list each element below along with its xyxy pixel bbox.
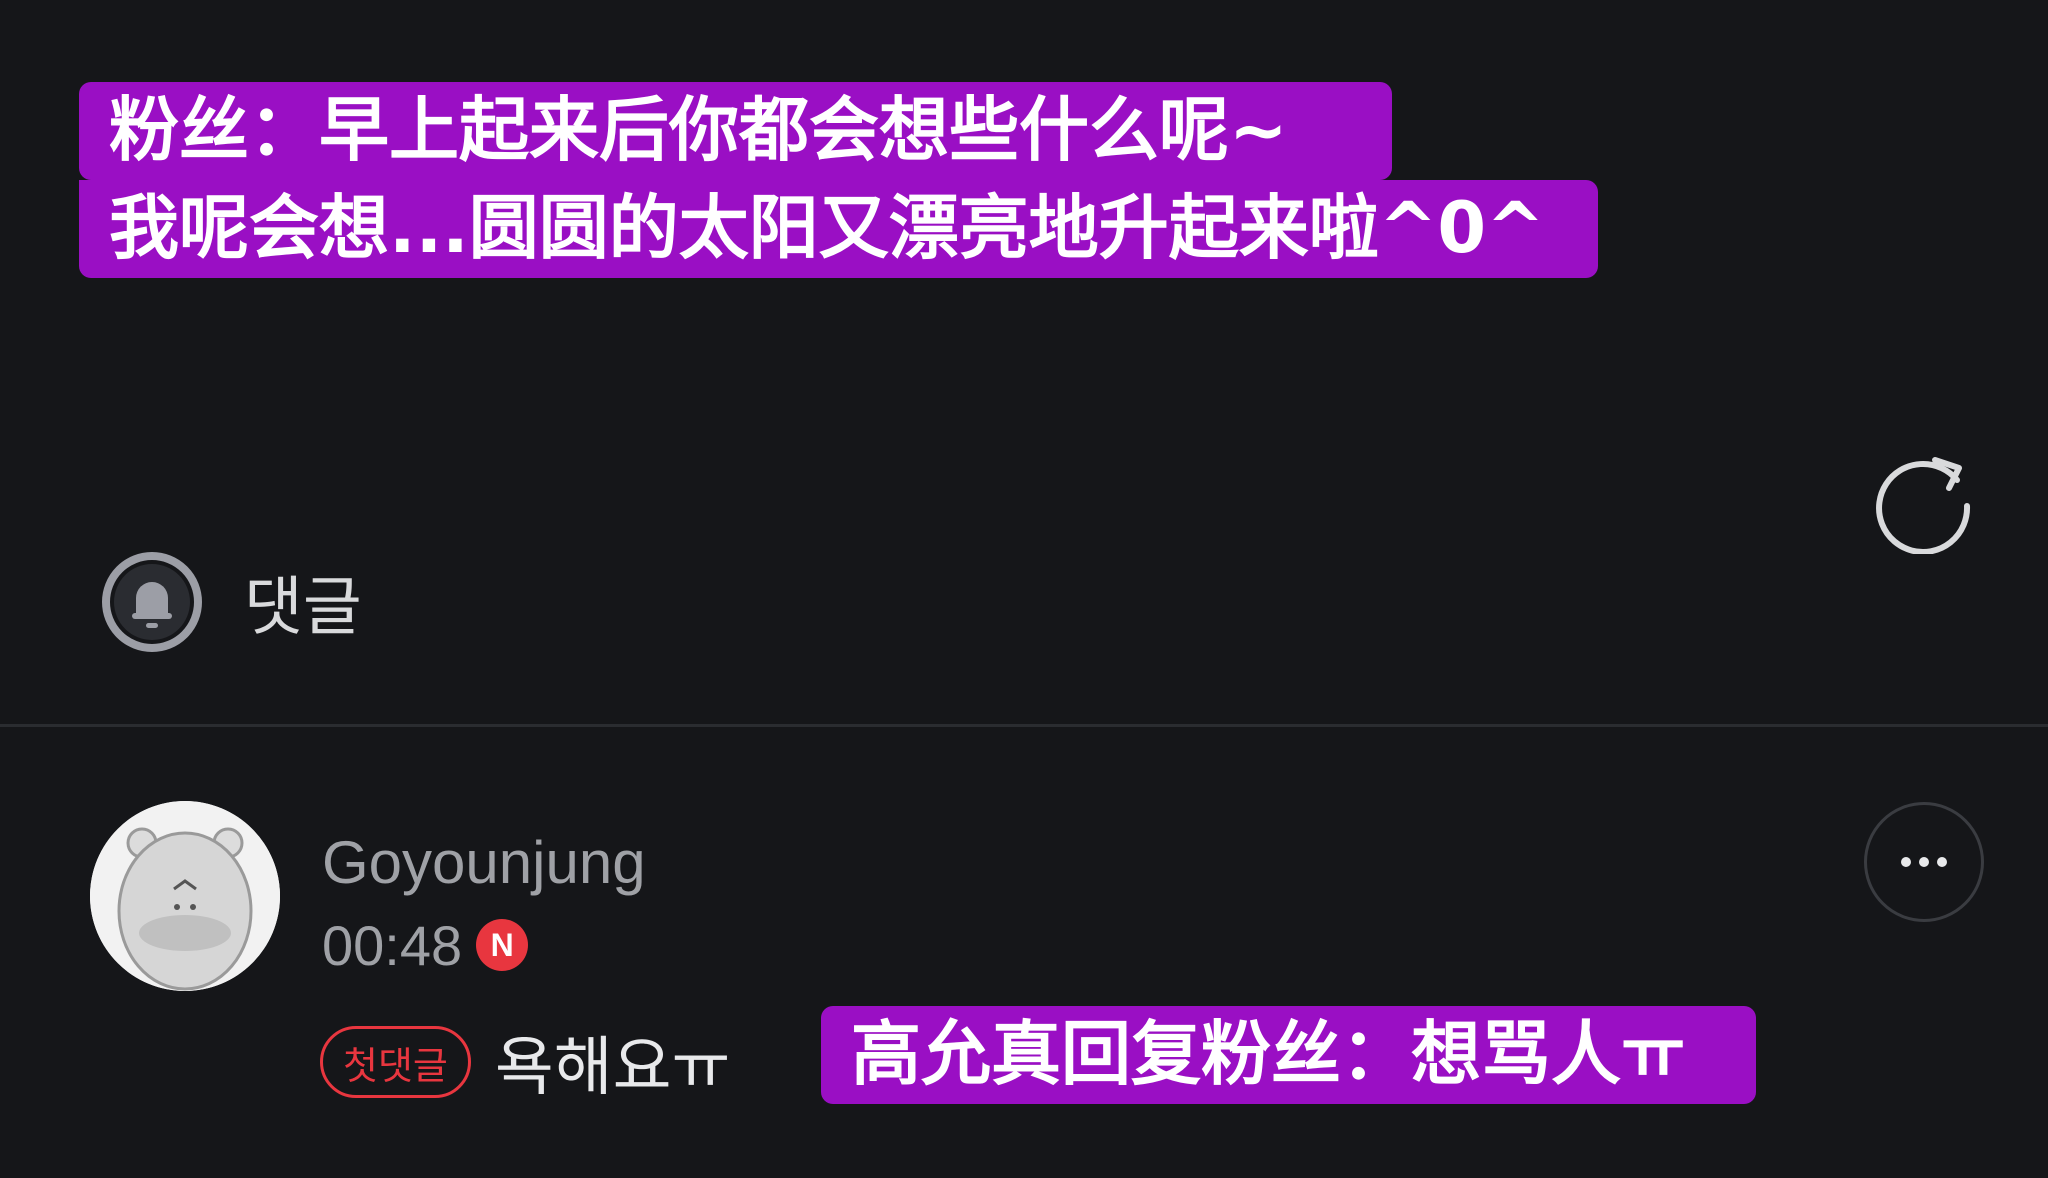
comment-username[interactable]: Goyounjung	[322, 828, 646, 897]
comment-time: 00:48	[322, 913, 463, 977]
caption-line-2: 我呢会想...圆圆的太阳又漂亮地升起来啦^0^	[79, 180, 1598, 278]
bell-icon[interactable]	[100, 550, 204, 654]
more-options-button[interactable]	[1864, 802, 1984, 922]
refresh-icon	[1876, 457, 1971, 555]
comments-title: 댓글	[244, 571, 362, 645]
comment-text: 욕해요ㅠ	[494, 1031, 731, 1105]
caption-reply: 高允真回复粉丝：想骂人ㅠ	[821, 1006, 1756, 1104]
first-comment-badge: 첫댓글	[320, 1026, 471, 1098]
comment-body: 첫댓글 욕해요ㅠ	[320, 1020, 730, 1105]
user-avatar[interactable]	[90, 801, 280, 991]
more-icon	[1901, 857, 1947, 867]
refresh-button[interactable]	[1875, 450, 1979, 555]
new-badge: N	[476, 919, 529, 971]
comments-header: 댓글	[100, 552, 362, 652]
hamster-avatar	[90, 801, 280, 991]
comment-meta: 00:48 N	[322, 910, 529, 980]
caption-line-1: 粉丝：早上起来后你都会想些什么呢~	[79, 82, 1392, 180]
divider	[0, 724, 2048, 727]
